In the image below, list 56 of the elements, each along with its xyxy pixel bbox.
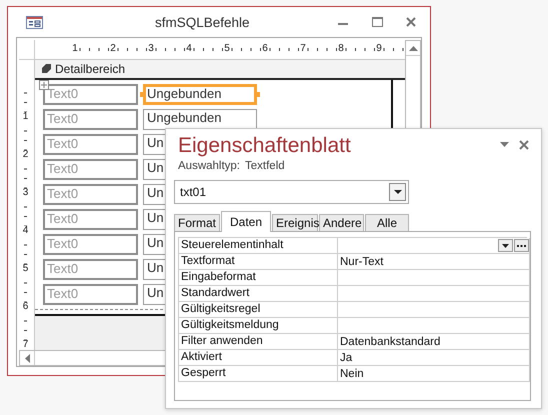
ruler-number: 3	[147, 44, 155, 54]
property-value[interactable]: Ja	[338, 350, 530, 366]
tab[interactable]: Andere	[319, 214, 364, 231]
ruler-corner	[19, 40, 35, 60]
caret-icon	[502, 244, 509, 248]
ruler-number: 2	[109, 44, 117, 54]
caret-icon	[500, 142, 508, 147]
object-dropdown[interactable]: txt01	[174, 180, 409, 204]
up-arrow-icon	[408, 46, 418, 50]
close-icon	[406, 17, 416, 27]
ruler-number: 4	[185, 44, 193, 54]
text-box-control[interactable]: Ungebunden	[143, 84, 257, 105]
property-name: Gültigkeitsregel	[179, 302, 338, 318]
tab[interactable]: Format	[174, 214, 220, 231]
ruler-number: 7	[299, 44, 307, 54]
selection-type-label: Auswahltyp:	[178, 160, 240, 174]
selection-type-value: Textfeld	[245, 160, 285, 174]
ruler-number: 6	[20, 302, 30, 312]
ruler-number: 5	[223, 44, 231, 54]
dropdown-button[interactable]	[498, 239, 513, 252]
close-button[interactable]	[517, 138, 531, 152]
tab[interactable]: Daten	[221, 211, 271, 232]
ruler-number: 1	[20, 112, 30, 122]
close-icon	[519, 140, 529, 150]
property-value[interactable]: Nur-Text	[338, 254, 530, 270]
property-name: Standardwert	[179, 286, 338, 302]
ruler-number: 5	[20, 264, 30, 274]
tab[interactable]: Alle	[365, 214, 409, 231]
section-icon	[41, 64, 52, 74]
caret-icon	[394, 190, 402, 194]
ruler-number: 6	[261, 44, 269, 54]
ruler-number: 9	[375, 44, 383, 54]
property-name: Filter anwenden	[179, 334, 338, 350]
property-value[interactable]: Datenbankstandard	[338, 334, 530, 350]
panel-title: Eigenschaftenblatt	[177, 132, 351, 158]
form-icon	[26, 16, 43, 28]
section-title: Detailbereich	[55, 62, 126, 76]
left-arrow-icon	[24, 354, 30, 362]
ruler-number: 2	[20, 150, 30, 160]
window-title: sfmSQLBefehle	[155, 15, 250, 30]
property-name: Gültigkeitsmeldung	[179, 318, 338, 334]
property-name: Aktiviert	[179, 350, 338, 366]
property-name: Textformat	[179, 254, 338, 270]
property-name: Steuerelementinhalt	[179, 238, 338, 254]
property-name: Eingabeformat	[179, 270, 338, 286]
property-name: Gesperrt	[179, 366, 338, 382]
tab[interactable]: Ereignis	[272, 214, 318, 231]
dropdown-button[interactable]	[389, 183, 406, 201]
ruler-number: 1	[71, 44, 79, 54]
maximize-icon	[372, 17, 382, 27]
ruler-number: 8	[337, 44, 345, 54]
ruler-number: 3	[20, 188, 30, 198]
ruler-number: 7	[20, 340, 30, 350]
ruler-number: 4	[20, 226, 30, 236]
property-value[interactable]: Nein	[338, 366, 530, 382]
builder-button[interactable]	[514, 239, 529, 252]
